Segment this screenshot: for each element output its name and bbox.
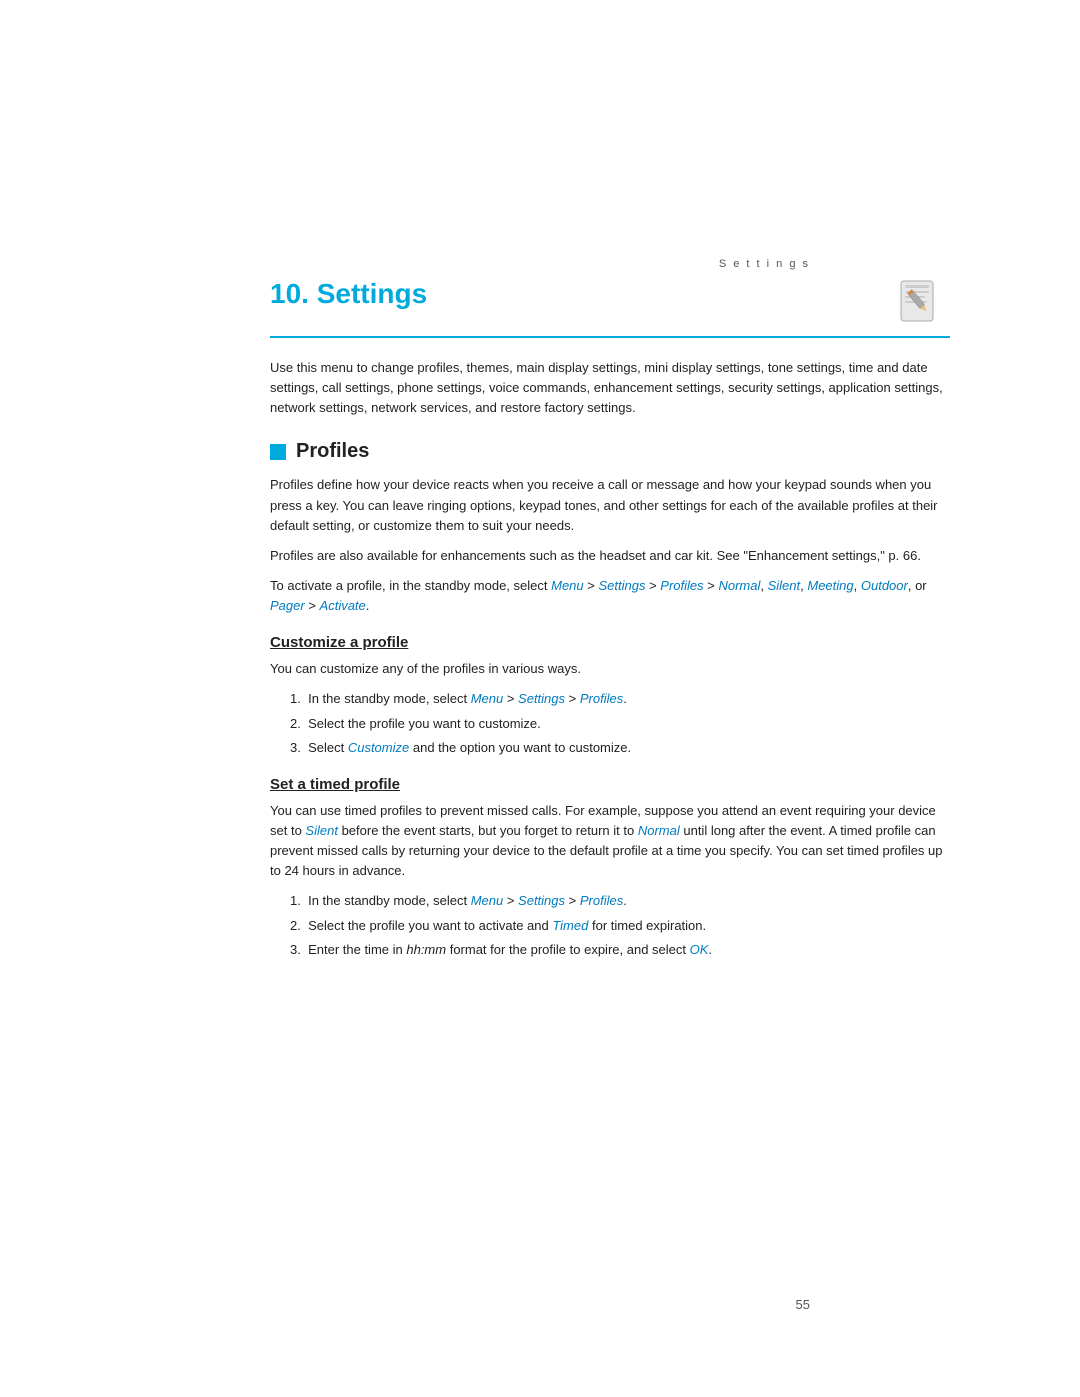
list-item: 2. Select the profile you want to activa…	[270, 916, 950, 936]
list-item: 1. In the standby mode, select Menu > Se…	[270, 891, 950, 911]
pager-link: Pager	[270, 598, 305, 613]
silent-link-2: Silent	[305, 823, 338, 838]
list-item: 1. In the standby mode, select Menu > Se…	[270, 689, 950, 709]
timed-profile-intro: You can use timed profiles to prevent mi…	[270, 801, 950, 882]
menu-link-3: Menu	[471, 893, 504, 908]
settings-icon	[891, 277, 949, 329]
chapter-icon	[890, 278, 950, 328]
outdoor-link: Outdoor	[861, 578, 908, 593]
main-content: 10. Settings	[270, 278, 950, 970]
blue-square-icon	[270, 444, 286, 460]
profiles-section-heading: Profiles	[270, 440, 950, 463]
intro-paragraph: Use this menu to change profiles, themes…	[270, 358, 950, 418]
list-item: 3. Enter the time in hh:mm format for th…	[270, 940, 950, 960]
ok-link: OK	[690, 942, 709, 957]
list-item: 3. Select Customize and the option you w…	[270, 738, 950, 758]
customize-link: Customize	[348, 740, 409, 755]
page-number: 55	[796, 1297, 810, 1312]
list-item: 2. Select the profile you want to custom…	[270, 714, 950, 734]
timed-profile-heading: Set a timed profile	[270, 776, 950, 793]
customize-heading: Customize a profile	[270, 634, 950, 651]
profiles-section-title: Profiles	[296, 440, 369, 463]
timed-link: Timed	[552, 918, 588, 933]
settings-link-3: Settings	[518, 893, 565, 908]
customize-intro: You can customize any of the profiles in…	[270, 659, 950, 679]
customize-steps-list: 1. In the standby mode, select Menu > Se…	[270, 689, 950, 757]
page-container: S e t t i n g s 10. Settings	[0, 0, 1080, 1397]
profiles-paragraph1: Profiles define how your device reacts w…	[270, 475, 950, 535]
chapter-heading: 10. Settings	[270, 278, 950, 338]
silent-link-1: Silent	[768, 578, 801, 593]
profiles-link-2: Profiles	[580, 691, 623, 706]
normal-link-2: Normal	[638, 823, 680, 838]
profiles-link-1: Profiles	[660, 578, 703, 593]
normal-link: Normal	[718, 578, 760, 593]
menu-link-2: Menu	[471, 691, 504, 706]
settings-link-2: Settings	[518, 691, 565, 706]
chapter-header-label: S e t t i n g s	[719, 258, 810, 270]
chapter-title: 10. Settings	[270, 278, 427, 310]
timed-steps-list: 1. In the standby mode, select Menu > Se…	[270, 891, 950, 959]
profiles-link-3: Profiles	[580, 893, 623, 908]
profiles-paragraph3: To activate a profile, in the standby mo…	[270, 576, 950, 616]
activate-link: Activate	[320, 598, 366, 613]
profiles-paragraph2: Profiles are also available for enhancem…	[270, 546, 950, 566]
settings-link-1: Settings	[598, 578, 645, 593]
menu-link-1: Menu	[551, 578, 584, 593]
meeting-link: Meeting	[807, 578, 853, 593]
